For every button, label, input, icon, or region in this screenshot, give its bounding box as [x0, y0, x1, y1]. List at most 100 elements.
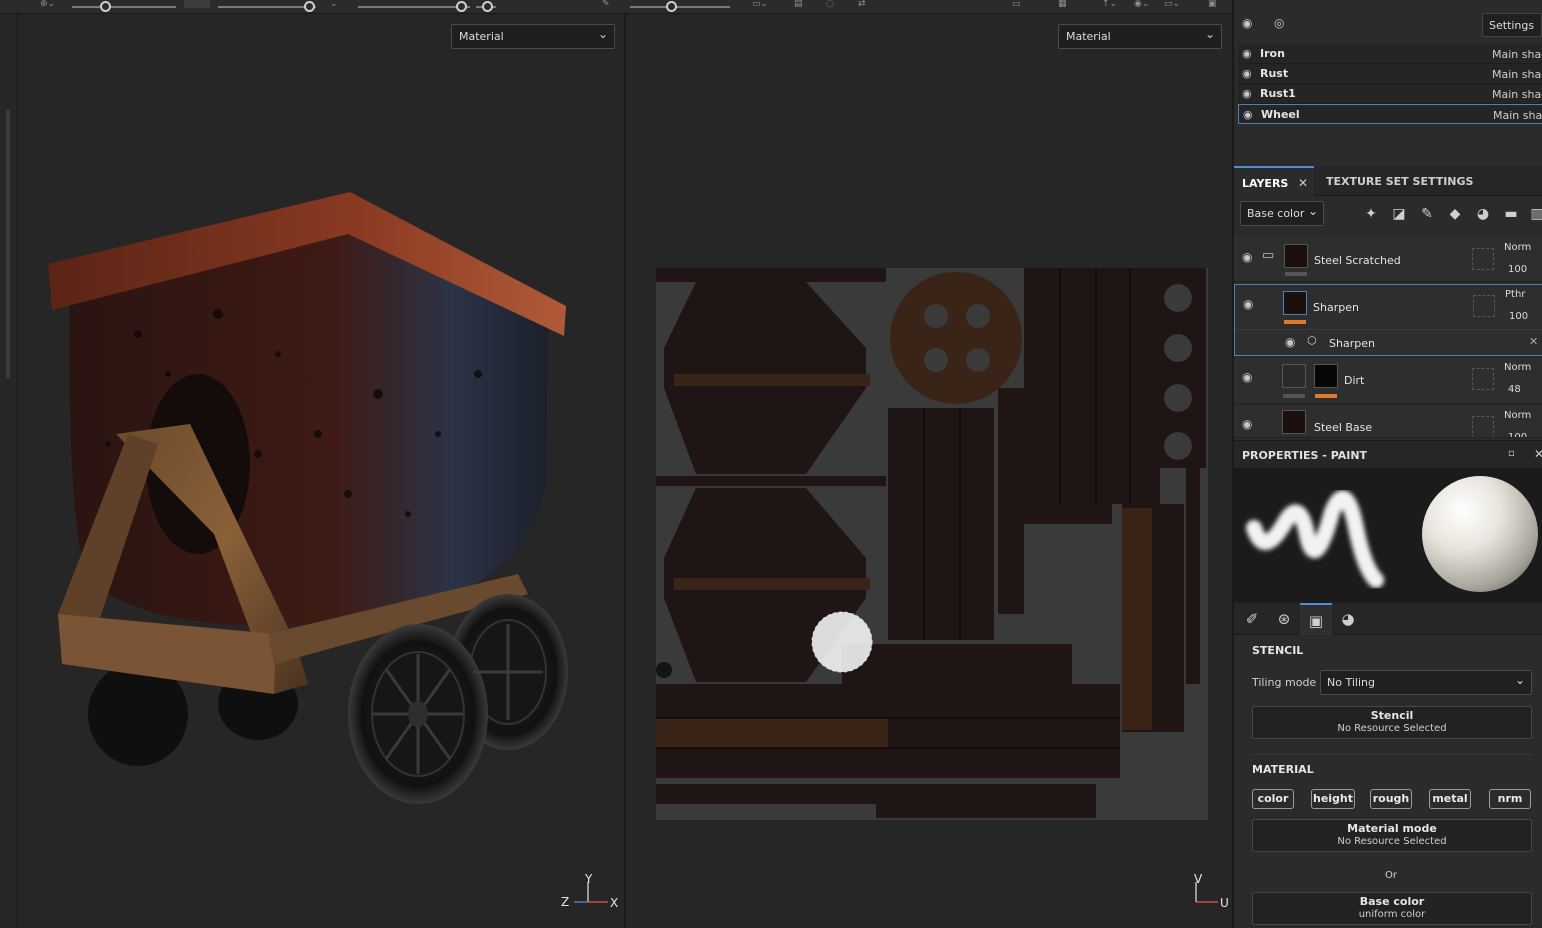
slider-knob[interactable] [304, 1, 315, 12]
opacity-value[interactable]: 48 [1508, 384, 1521, 395]
opacity-value[interactable]: 100 [1508, 432, 1527, 437]
camera-icon[interactable]: ▭⌄ [752, 0, 768, 9]
add-mask-icon[interactable]: ◪ [1390, 205, 1408, 223]
texture-set-row-iron[interactable]: ◉ Iron Main shader [1238, 44, 1542, 64]
alpha-icon[interactable]: ⊛ [1268, 603, 1300, 635]
blend-mode[interactable]: Pthr [1505, 289, 1525, 300]
add-paint-layer-icon[interactable]: ✎ [1418, 205, 1436, 223]
layer-row-selected[interactable]: ◉ Sharpen Pthr 100 ◉ ⬡ Sharpen ✕ [1234, 284, 1542, 356]
tab-texture-set-settings[interactable]: TEXTURE SET SETTINGS [1318, 166, 1481, 196]
eye-icon[interactable]: ◉ [1242, 417, 1252, 431]
viewport-layout-icon[interactable]: ▦ [1058, 0, 1072, 9]
opacity-slider[interactable] [358, 1, 470, 12]
opacity-value[interactable]: 100 [1509, 311, 1528, 322]
render-icon[interactable]: ◉⌄ [1134, 0, 1149, 9]
mask-slot[interactable] [1472, 368, 1494, 390]
angle-slider[interactable] [630, 1, 730, 12]
export-icon[interactable]: ▭⌄ [1164, 0, 1180, 9]
stroke-icon[interactable]: ⌄ [330, 0, 344, 9]
eye-icon[interactable]: ◉ [1243, 108, 1253, 121]
blend-mode[interactable]: Norm [1504, 410, 1531, 421]
spacing-slider[interactable] [476, 1, 496, 12]
eye-icon[interactable]: ◉ [1242, 250, 1252, 264]
mask-slot[interactable] [1473, 295, 1495, 317]
flow-slider[interactable] [218, 1, 316, 12]
base-color-button[interactable]: Base color uniform color [1252, 892, 1532, 925]
maximize-icon[interactable]: ▫ [1508, 448, 1515, 459]
channel-color-toggle[interactable]: color [1252, 789, 1294, 809]
screenshot-icon[interactable]: ▭ [1012, 0, 1026, 9]
texture-set-settings-button[interactable]: Settings [1482, 13, 1542, 37]
slider-knob[interactable] [100, 1, 111, 12]
channel-height-toggle[interactable]: height [1311, 789, 1355, 809]
eye-icon[interactable]: ◉ [1243, 297, 1253, 311]
material-icon[interactable]: ◕ [1332, 603, 1364, 635]
eye-icon[interactable]: ◉ [1242, 47, 1252, 60]
mode-icon[interactable]: ↑⌄ [1102, 0, 1117, 9]
effect-name[interactable]: Sharpen [1329, 337, 1375, 350]
opacity-value[interactable]: 100 [1508, 264, 1527, 275]
material-select-2d[interactable]: Material ⌄ [1058, 24, 1222, 49]
delete-layer-icon[interactable]: ▥ [1528, 205, 1542, 223]
stencil-resource-button[interactable]: Stencil No Resource Selected [1252, 706, 1532, 739]
mask-slot[interactable] [1472, 248, 1494, 270]
mask-slot[interactable] [1472, 416, 1494, 437]
remove-effect-icon[interactable]: ✕ [1529, 335, 1538, 348]
flow-toggle[interactable] [184, 0, 210, 8]
brush-icon[interactable]: ✐ [1236, 603, 1268, 635]
eye-icon[interactable]: ◉ [1242, 87, 1252, 100]
channel-metal-toggle[interactable]: metal [1429, 789, 1471, 809]
slider-knob[interactable] [666, 1, 677, 12]
layer-row[interactable]: ◉ Dirt Norm 48 [1234, 358, 1542, 404]
scrollbar[interactable] [6, 109, 10, 379]
symmetry-icon[interactable]: ⊕⌄ [40, 0, 55, 9]
stencil-icon[interactable]: ▣ [1300, 603, 1332, 635]
layer-name[interactable]: Steel Base [1314, 421, 1372, 434]
layer-name[interactable]: Sharpen [1313, 301, 1359, 314]
folder-icon[interactable]: ▭ [1262, 248, 1274, 263]
layer-row[interactable]: ◉ Steel Base Norm 100 [1234, 406, 1542, 438]
blend-mode[interactable]: Norm [1504, 242, 1531, 253]
brush-size-slider[interactable] [72, 1, 176, 12]
texture-set-shader[interactable]: Main shader [1492, 48, 1542, 61]
slider-knob[interactable] [482, 1, 493, 12]
pen-pressure-icon[interactable]: ✎ [602, 0, 616, 9]
viewport-3d[interactable]: Material ⌄ Y Z X [18, 14, 624, 928]
close-icon[interactable]: ✕ [1298, 176, 1308, 190]
add-folder-icon[interactable]: ▬ [1502, 205, 1520, 223]
eye-icon[interactable]: ◎ [1274, 16, 1284, 30]
channel-nrm-toggle[interactable]: nrm [1489, 789, 1531, 809]
add-smart-material-icon[interactable]: ◕ [1474, 205, 1492, 223]
add-effect-icon[interactable]: ✦ [1362, 205, 1380, 223]
texture-set-row-rust[interactable]: ◉ Rust Main shader [1238, 64, 1542, 84]
layer-thumbnail[interactable] [1282, 410, 1306, 434]
layer-name[interactable]: Steel Scratched [1314, 254, 1401, 267]
tiling-mode-select[interactable]: No Tiling ⌄ [1320, 670, 1532, 695]
eye-icon[interactable]: ◉ [1242, 67, 1252, 80]
blend-mode[interactable]: Norm [1504, 362, 1531, 373]
mask-thumbnail[interactable] [1314, 364, 1338, 388]
add-fill-layer-icon[interactable]: ◆ [1446, 205, 1464, 223]
slider-knob[interactable] [456, 1, 467, 12]
eye-settings-icon[interactable]: ◉ [1242, 16, 1252, 30]
channel-rough-toggle[interactable]: rough [1370, 789, 1412, 809]
close-icon[interactable]: ✕ [1534, 447, 1542, 461]
lighting-icon[interactable]: ◌ [826, 0, 840, 9]
environment-icon[interactable]: ⇄ [858, 0, 872, 9]
eye-icon[interactable]: ◉ [1285, 335, 1295, 349]
layer-thumbnail[interactable] [1284, 244, 1308, 268]
layer-thumbnail[interactable] [1283, 291, 1307, 315]
material-mode-button[interactable]: Material mode No Resource Selected [1252, 819, 1532, 852]
display-icon[interactable]: ▤ [794, 0, 808, 9]
texture-set-row-rust1[interactable]: ◉ Rust1 Main shader [1238, 84, 1542, 104]
texture-set-row-wheel[interactable]: ◉ Wheel Main shader [1238, 104, 1542, 124]
paint-layer-thumbnail[interactable] [1282, 364, 1306, 388]
tab-layers[interactable]: LAYERS ✕ [1234, 166, 1314, 196]
texture-set-shader[interactable]: Main shader [1492, 88, 1542, 101]
eye-icon[interactable]: ◉ [1242, 370, 1252, 384]
share-icon[interactable]: ▣ [1208, 0, 1222, 9]
texture-set-shader[interactable]: Main shader [1493, 109, 1542, 122]
viewport-2d[interactable]: Material ⌄ V U [626, 14, 1232, 928]
texture-set-shader[interactable]: Main shader [1492, 68, 1542, 81]
layer-row[interactable]: ◉ ▭ Steel Scratched Norm 100 [1234, 236, 1542, 282]
